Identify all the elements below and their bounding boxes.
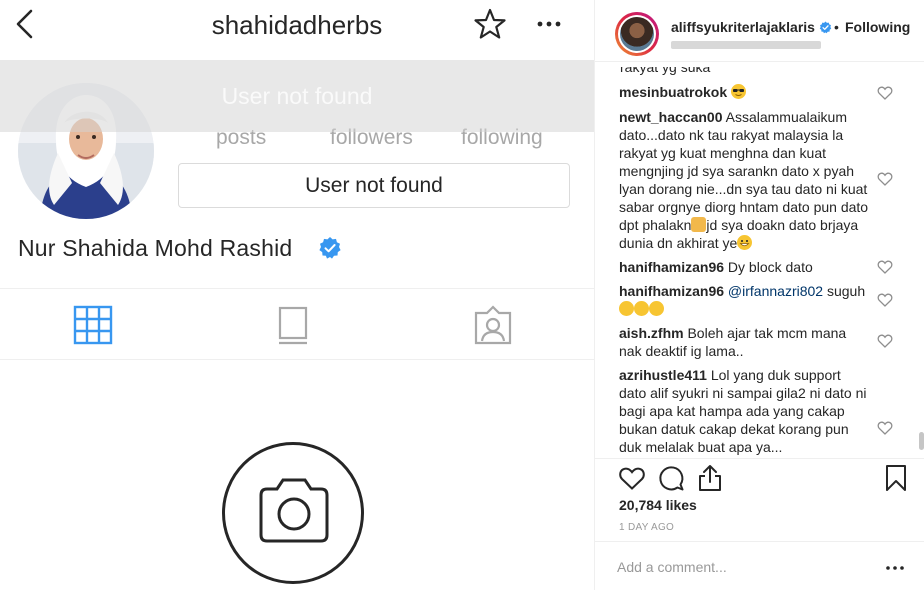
verified-badge-icon xyxy=(819,21,832,34)
tagged-icon[interactable] xyxy=(471,303,515,347)
following-button[interactable]: Following xyxy=(845,19,910,35)
post-author-username[interactable]: aliffsyukriterlajaklaris xyxy=(671,19,815,35)
comment-like-icon[interactable] xyxy=(877,420,893,436)
profile-header: shahidadherbs xyxy=(0,0,594,58)
separator-dot: • xyxy=(834,19,839,35)
igtv-icon[interactable] xyxy=(271,303,315,347)
tears-of-joy-emoji-icon xyxy=(634,301,649,316)
comment-like-icon[interactable] xyxy=(877,259,893,275)
post-location-placeholder xyxy=(671,41,821,49)
comment-item: aish.zfhm Boleh ajar tak mcm mana nak de… xyxy=(619,324,871,360)
grid-icon[interactable] xyxy=(71,303,115,347)
more-icon[interactable] xyxy=(534,12,564,36)
comment-username[interactable]: mesinbuatrokok xyxy=(619,84,727,100)
user-not-found-button[interactable]: User not found xyxy=(178,163,570,208)
comment-item: newt_haccan00 Assalammualaikum dato...da… xyxy=(619,108,871,252)
add-comment-section xyxy=(595,541,924,590)
comment-username[interactable]: aish.zfhm xyxy=(619,325,684,341)
share-icon[interactable] xyxy=(696,463,724,493)
star-icon[interactable] xyxy=(473,7,507,41)
comment-like-icon[interactable] xyxy=(877,171,893,187)
comment-item: azrihustle411 Lol yang duk support dato … xyxy=(619,366,871,456)
tears-of-joy-emoji-icon xyxy=(619,301,634,316)
grinning-emoji-icon xyxy=(737,235,753,250)
comment-text: Dy block dato xyxy=(727,259,813,275)
sunglasses-emoji-icon xyxy=(731,84,747,99)
profile-pane: shahidadherbs posts followers following … xyxy=(0,0,594,590)
cutoff-comment-fragment: rakyat yg suka ha xyxy=(620,67,711,75)
comment-text: Assalammualaikum dato...dato nk tau raky… xyxy=(619,109,869,233)
post-actions xyxy=(595,458,924,498)
comments-scrollbar[interactable] xyxy=(919,432,924,450)
comment-like-icon[interactable] xyxy=(877,85,893,101)
profile-tabs xyxy=(0,288,594,360)
comment-item: mesinbuatrokok xyxy=(619,83,871,101)
camera-icon xyxy=(259,478,329,543)
comment-item: hanifhamizan96 Dy block dato xyxy=(619,258,871,276)
comment-like-icon[interactable] xyxy=(877,292,893,308)
comment-like-icon[interactable] xyxy=(877,333,893,349)
clapping-hands-emoji-icon xyxy=(691,217,707,232)
comment-text: suguh xyxy=(826,283,866,299)
comments-list[interactable]: rakyat yg suka ha mesinbuatrokok newt_ha… xyxy=(595,63,919,458)
comment-mention[interactable]: @irfannazri802 xyxy=(728,283,823,299)
comment-username[interactable]: hanifhamizan96 xyxy=(619,259,724,275)
profile-full-name: Nur Shahida Mohd Rashid xyxy=(18,235,293,261)
comment-username[interactable]: newt_haccan00 xyxy=(619,109,723,125)
overlay-text: User not found xyxy=(221,83,373,109)
verified-badge-icon xyxy=(319,237,341,259)
post-pane: aliffsyukriterlajaklaris • Following rak… xyxy=(594,0,924,590)
heart-icon[interactable] xyxy=(618,465,646,491)
post-header: aliffsyukriterlajaklaris • Following xyxy=(595,0,924,62)
comment-username[interactable]: hanifhamizan96 xyxy=(619,283,724,299)
post-author-avatar[interactable] xyxy=(615,12,659,56)
add-comment-input[interactable] xyxy=(617,556,857,578)
avatar-image xyxy=(620,17,654,51)
more-options-icon[interactable] xyxy=(885,564,905,572)
post-timestamp[interactable]: 1 DAY AGO xyxy=(619,522,674,533)
tears-of-joy-emoji-icon xyxy=(649,301,664,316)
comment-username[interactable]: azrihustle411 xyxy=(619,367,707,383)
comment-bubble-icon[interactable] xyxy=(657,464,685,492)
likes-count[interactable]: 20,784 likes xyxy=(619,497,697,513)
comment-item: hanifhamizan96 @irfannazri802 suguh xyxy=(619,282,871,318)
bookmark-icon[interactable] xyxy=(885,464,907,492)
